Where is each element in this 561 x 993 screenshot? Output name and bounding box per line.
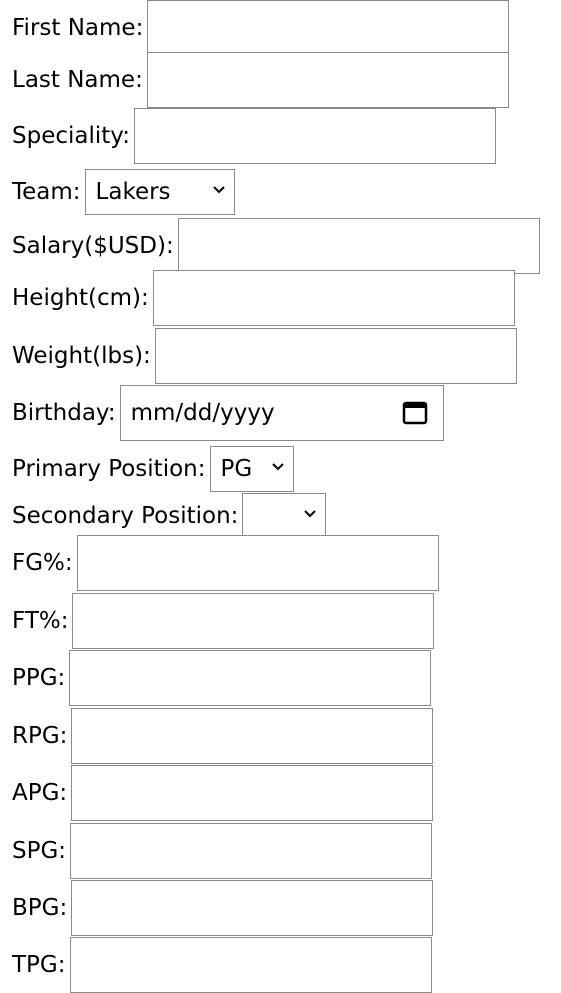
- speciality-row: Speciality:: [12, 108, 496, 164]
- salary-label: Salary($USD):: [12, 232, 174, 259]
- weight-label: Weight(lbs):: [12, 342, 151, 369]
- chevron-down-icon: [212, 186, 225, 194]
- last-name-input[interactable]: [146, 52, 509, 108]
- fg-pct-input[interactable]: [76, 535, 439, 591]
- birthday-date-input[interactable]: mm/dd/yyyy: [119, 385, 444, 441]
- spg-row: SPG:: [12, 823, 433, 879]
- team-select[interactable]: Lakers: [84, 169, 235, 215]
- birthday-placeholder: mm/dd/yyyy: [130, 400, 275, 426]
- chevron-down-icon: [271, 463, 284, 471]
- ppg-row: PPG:: [12, 650, 432, 706]
- last-name-row: Last Name:: [12, 52, 509, 108]
- secondary-position-select[interactable]: [242, 493, 327, 539]
- secondary-position-label: Secondary Position:: [12, 502, 239, 529]
- chevron-down-icon: [304, 510, 317, 518]
- primary-position-select[interactable]: PG: [209, 446, 294, 492]
- primary-position-select-value: PG: [220, 456, 253, 482]
- team-row: Team: Lakers: [12, 164, 235, 220]
- bpg-label: BPG:: [12, 894, 68, 921]
- spg-label: SPG:: [12, 837, 67, 864]
- fg-pct-row: FG%:: [12, 535, 439, 591]
- apg-label: APG:: [12, 779, 68, 806]
- apg-input[interactable]: [71, 765, 434, 821]
- team-label: Team:: [12, 178, 81, 205]
- height-label: Height(cm):: [12, 284, 149, 311]
- last-name-label: Last Name:: [12, 66, 143, 93]
- ft-pct-label: FT%:: [12, 607, 69, 634]
- player-form: First Name: Last Name: Speciality: Team:…: [0, 0, 561, 993]
- salary-input[interactable]: [177, 218, 540, 274]
- primary-position-label: Primary Position:: [12, 455, 206, 482]
- height-row: Height(cm):: [12, 270, 515, 326]
- ft-pct-row: FT%:: [12, 593, 435, 649]
- birthday-label: Birthday:: [12, 399, 116, 426]
- first-name-label: First Name:: [12, 14, 144, 41]
- rpg-row: RPG:: [12, 708, 434, 764]
- bpg-row: BPG:: [12, 880, 434, 936]
- spg-input[interactable]: [70, 823, 433, 879]
- weight-input[interactable]: [154, 328, 517, 384]
- first-name-row: First Name:: [12, 0, 510, 56]
- team-select-value: Lakers: [95, 179, 171, 205]
- ppg-label: PPG:: [12, 664, 66, 691]
- height-input[interactable]: [152, 270, 515, 326]
- tpg-input[interactable]: [69, 937, 432, 993]
- apg-row: APG:: [12, 765, 434, 821]
- speciality-label: Speciality:: [12, 122, 130, 149]
- salary-row: Salary($USD):: [12, 218, 540, 274]
- rpg-input[interactable]: [71, 708, 434, 764]
- birthday-row: Birthday: mm/dd/yyyy: [12, 385, 444, 441]
- weight-row: Weight(lbs):: [12, 328, 517, 384]
- ft-pct-input[interactable]: [72, 593, 435, 649]
- calendar-icon[interactable]: [401, 398, 429, 426]
- tpg-row: TPG:: [12, 937, 432, 993]
- bpg-input[interactable]: [71, 880, 434, 936]
- first-name-input[interactable]: [147, 0, 510, 56]
- ppg-input[interactable]: [69, 650, 432, 706]
- speciality-input[interactable]: [133, 108, 496, 164]
- tpg-label: TPG:: [12, 951, 66, 978]
- rpg-label: RPG:: [12, 722, 68, 749]
- fg-pct-label: FG%:: [12, 549, 73, 576]
